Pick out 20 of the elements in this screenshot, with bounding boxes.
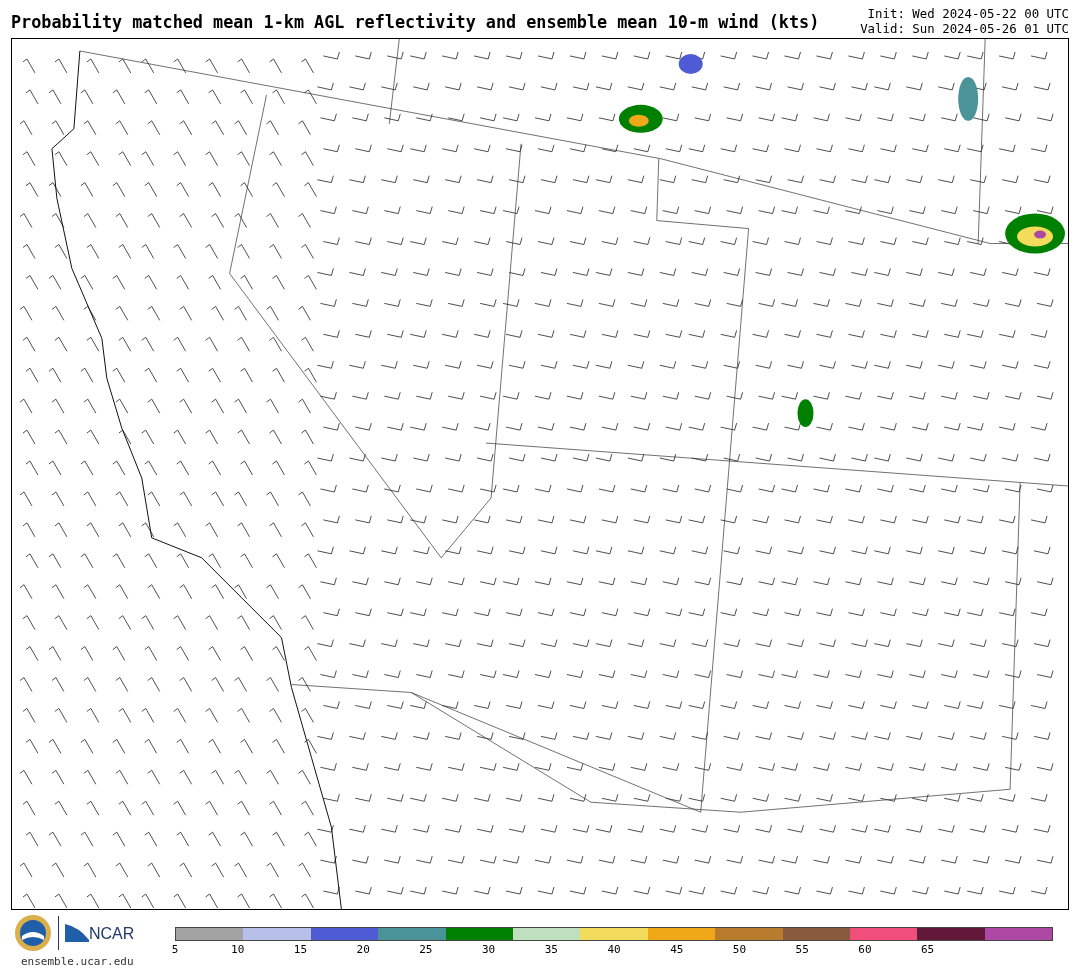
website-url: ensemble.ucar.edu xyxy=(21,954,135,970)
scale-tick-label: 5 xyxy=(171,944,179,955)
scale-tick-label: 25 xyxy=(419,944,433,955)
scale-tick-label: 40 xyxy=(607,944,621,955)
scale-tick-label: 15 xyxy=(293,944,308,955)
plot-title: Probability matched mean 1-km AGL reflectivity and ensemble mean 10-m wind (kts) xyxy=(11,14,820,31)
scale-tick-label: 65 xyxy=(921,944,935,955)
scale-tick-label: 20 xyxy=(356,944,370,955)
scale-tick-label: 45 xyxy=(670,944,684,955)
time-label: Init: Wed 2024-05-22 00 UTC xyxy=(867,6,1069,21)
scale-tick-label: 30 xyxy=(481,944,496,955)
wave-icon xyxy=(65,924,89,942)
time-label: Valid: Sun 2024-05-26 01 UTC xyxy=(860,21,1069,36)
scale-tick-label: 10 xyxy=(231,944,245,955)
scale-tick-label: 50 xyxy=(732,944,747,955)
ncar-logo: NCAR xyxy=(65,924,135,942)
scale-tick-label: 55 xyxy=(795,944,809,955)
scale-tick-label: 60 xyxy=(858,944,872,955)
seal-logo xyxy=(14,914,52,952)
scale-tick-label: 35 xyxy=(544,944,558,955)
